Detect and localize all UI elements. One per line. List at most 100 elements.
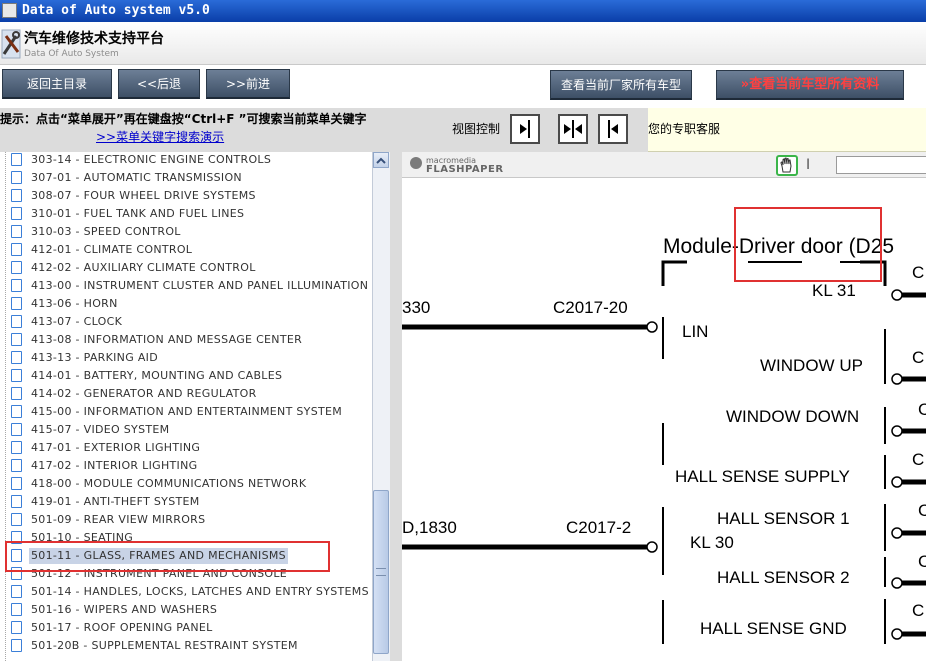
tree-item-label: 413-00 - INSTRUMENT CLUSTER AND PANEL IL… bbox=[31, 279, 369, 292]
tree-item[interactable]: 308-07 - FOUR WHEEL DRIVE SYSTEMS bbox=[0, 187, 373, 205]
tree-item[interactable]: 414-02 - GENERATOR AND REGULATOR bbox=[0, 385, 373, 403]
pane-divider bbox=[390, 152, 402, 661]
tree-item[interactable]: 310-03 - SPEED CONTROL bbox=[0, 223, 373, 241]
tree-item-label: 413-07 - CLOCK bbox=[31, 315, 123, 328]
tree-item[interactable]: 418-00 - MODULE COMMUNICATIONS NETWORK bbox=[0, 475, 373, 493]
right-connector-c-5: C bbox=[918, 501, 926, 520]
connector-pin-r4 bbox=[891, 476, 903, 488]
connector-pin-r2 bbox=[891, 373, 903, 385]
connector-pin-r7 bbox=[891, 628, 903, 640]
hand-icon bbox=[780, 157, 792, 173]
right-connector-c-6: C bbox=[918, 552, 926, 571]
tree-item-label: 308-07 - FOUR WHEEL DRIVE SYSTEMS bbox=[31, 189, 256, 202]
flashpaper-search-input[interactable] bbox=[836, 156, 926, 174]
expand-left-button[interactable] bbox=[598, 114, 628, 144]
tree-item-label: 419-01 - ANTI-THEFT SYSTEM bbox=[31, 495, 200, 508]
pin-label-window-up: WINDOW UP bbox=[760, 356, 863, 375]
tree-item-label: 412-02 - AUXILIARY CLIMATE CONTROL bbox=[31, 261, 256, 274]
tree-item[interactable]: 501-16 - WIPERS AND WASHERS bbox=[0, 601, 373, 619]
arrow-left-icon bbox=[608, 120, 618, 138]
tree-item[interactable]: 501-14 - HANDLES, LOCKS, LATCHES AND ENT… bbox=[0, 583, 373, 601]
tree-item[interactable]: 307-01 - AUTOMATIC TRANSMISSION bbox=[0, 169, 373, 187]
tree-item[interactable]: 415-00 - INFORMATION AND ENTERTAINMENT S… bbox=[0, 403, 373, 421]
tree-item[interactable]: 303-14 - ELECTRONIC ENGINE CONTROLS bbox=[0, 152, 373, 169]
tree-item-label: 310-01 - FUEL TANK AND FUEL LINES bbox=[31, 207, 245, 220]
tree-item[interactable]: 413-07 - CLOCK bbox=[0, 313, 373, 331]
hand-tool-button[interactable] bbox=[776, 155, 798, 176]
text-cursor-tool[interactable]: I bbox=[806, 156, 810, 174]
tree-item-label: 501-20B - SUPPLEMENTAL RESTRAINT SYSTEM bbox=[31, 639, 298, 652]
right-connector-c-2: C bbox=[912, 348, 924, 367]
tree-item[interactable]: 419-01 - ANTI-THEFT SYSTEM bbox=[0, 493, 373, 511]
tree-item-label: 501-09 - REAR VIEW MIRRORS bbox=[31, 513, 206, 526]
tree-item-label: 310-03 - SPEED CONTROL bbox=[31, 225, 181, 238]
tree-item-label: 417-02 - INTERIOR LIGHTING bbox=[31, 459, 198, 472]
tree-item[interactable]: 310-01 - FUEL TANK AND FUEL LINES bbox=[0, 205, 373, 223]
tree-item[interactable]: 413-06 - HORN bbox=[0, 295, 373, 313]
app-subtitle: Data Of Auto System bbox=[24, 49, 119, 59]
search-demo-link[interactable]: >>菜单关键字搜索演示 bbox=[96, 129, 224, 145]
wiring-diagram-canvas: Module-Driver door (D25 KL 31 KL 30 330 … bbox=[402, 207, 926, 644]
connector-pin-r5 bbox=[891, 527, 903, 539]
connector-pin-r6 bbox=[891, 577, 903, 589]
pin-label-window-down: WINDOW DOWN bbox=[726, 407, 859, 426]
pin-label-hall-sensor-2: HALL SENSOR 2 bbox=[717, 568, 850, 587]
service-text: 您的专职客服 bbox=[648, 122, 721, 136]
right-connector-c-1: C bbox=[912, 263, 924, 282]
tree-item[interactable]: 501-09 - REAR VIEW MIRRORS bbox=[0, 511, 373, 529]
split-view-button[interactable] bbox=[558, 114, 588, 144]
tree-item[interactable]: 417-01 - EXTERIOR LIGHTING bbox=[0, 439, 373, 457]
wiring-diagram: Module-Driver door (D25 KL 31 KL 30 330 … bbox=[402, 179, 926, 661]
module-corner-top-left bbox=[661, 260, 687, 286]
all-models-button[interactable]: 查看当前厂家所有车型 bbox=[550, 70, 692, 100]
tree-item-label: 418-00 - MODULE COMMUNICATIONS NETWORK bbox=[31, 477, 307, 490]
tree-guide-line bbox=[5, 152, 17, 661]
current-model-button[interactable]: »查看当前车型所有资料 bbox=[716, 70, 904, 100]
kl30-label: KL 30 bbox=[690, 533, 734, 552]
tree-item-label: 414-02 - GENERATOR AND REGULATOR bbox=[31, 387, 257, 400]
tree-item-label: 501-16 - WIPERS AND WASHERS bbox=[31, 603, 218, 616]
tree-item-label: 413-13 - PARKING AID bbox=[31, 351, 158, 364]
flashpaper-brand-bottom: FLASHPAPER bbox=[426, 164, 504, 175]
kl31-label: KL 31 bbox=[812, 281, 856, 300]
app-name: 汽车维修技术支持平台 bbox=[24, 31, 164, 47]
right-connector-c-7: C bbox=[912, 601, 924, 620]
view-control-label: 视图控制 bbox=[452, 122, 501, 136]
tree-item[interactable]: 414-01 - BATTERY, MOUNTING AND CABLES bbox=[0, 367, 373, 385]
tree-item-label: 417-01 - EXTERIOR LIGHTING bbox=[31, 441, 201, 454]
back-button[interactable]: <<后退 bbox=[118, 69, 200, 99]
tree-item[interactable]: 501-17 - ROOF OPENING PANEL bbox=[0, 619, 373, 637]
tree-item[interactable]: 415-07 - VIDEO SYSTEM bbox=[0, 421, 373, 439]
tree-item[interactable]: 501-20B - SUPPLEMENTAL RESTRAINT SYSTEM bbox=[0, 637, 373, 655]
window-title: Data of Auto system v5.0 bbox=[22, 3, 210, 18]
tree-item[interactable]: 413-08 - INFORMATION AND MESSAGE CENTER bbox=[0, 331, 373, 349]
connector-pin-2 bbox=[646, 541, 658, 553]
forward-button[interactable]: >>前进 bbox=[206, 69, 290, 99]
tree-item-label: 413-06 - HORN bbox=[31, 297, 118, 310]
pin-label-hall-gnd: HALL SENSE GND bbox=[700, 619, 847, 638]
expand-right-button[interactable] bbox=[510, 114, 540, 144]
tree-item-label: 414-01 - BATTERY, MOUNTING AND CABLES bbox=[31, 369, 283, 382]
collapse-center-icon bbox=[564, 120, 582, 138]
wrench-screwdriver-icon bbox=[1, 29, 21, 59]
pin-label-hall-sensor-1: HALL SENSOR 1 bbox=[717, 509, 850, 528]
wire-label-330: 330 bbox=[402, 298, 430, 317]
connector-label-1: C2017-20 bbox=[553, 298, 628, 317]
tree-item[interactable]: 417-02 - INTERIOR LIGHTING bbox=[0, 457, 373, 475]
home-button[interactable]: 返回主目录 bbox=[2, 69, 112, 99]
connector-label-2: C2017-2 bbox=[566, 518, 631, 537]
tree-item[interactable]: 412-01 - CLIMATE CONTROL bbox=[0, 241, 373, 259]
tree-item[interactable]: 413-13 - PARKING AID bbox=[0, 349, 373, 367]
tree-item-label: 307-01 - AUTOMATIC TRANSMISSION bbox=[31, 171, 242, 184]
scroll-up-button[interactable] bbox=[373, 152, 389, 168]
arrow-right-icon bbox=[520, 120, 530, 138]
double-chevron-icon: » bbox=[740, 77, 750, 92]
tree-item[interactable]: 412-02 - AUXILIARY CLIMATE CONTROL bbox=[0, 259, 373, 277]
tree-item[interactable]: 413-00 - INSTRUMENT CLUSTER AND PANEL IL… bbox=[0, 277, 373, 295]
connector-pin-r3 bbox=[891, 425, 903, 437]
tree-item-label: 413-08 - INFORMATION AND MESSAGE CENTER bbox=[31, 333, 303, 346]
tree-item-label: 501-14 - HANDLES, LOCKS, LATCHES AND ENT… bbox=[31, 585, 369, 598]
selection-highlight-box bbox=[5, 541, 330, 572]
macromedia-logo-icon bbox=[410, 157, 422, 169]
tree-item-label: 412-01 - CLIMATE CONTROL bbox=[31, 243, 193, 256]
